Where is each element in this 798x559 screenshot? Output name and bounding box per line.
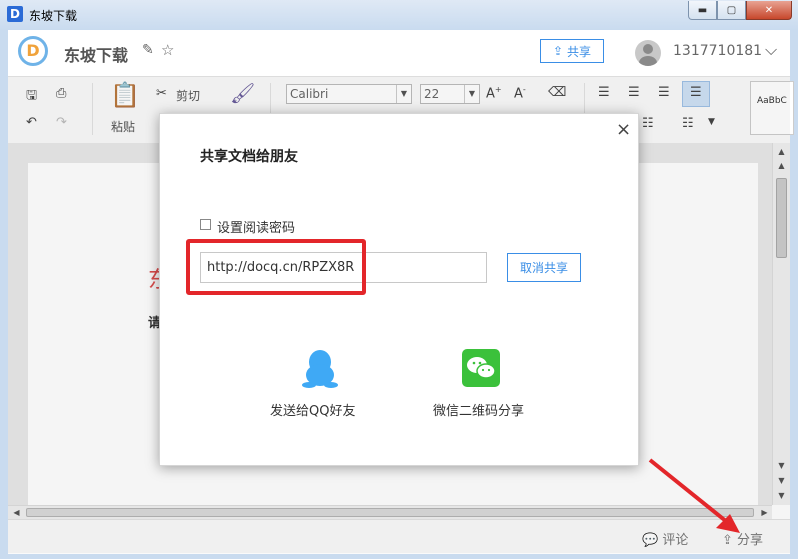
minimize-button[interactable]: ▬	[688, 1, 717, 20]
app-logo-icon: D	[7, 6, 23, 22]
pencil-icon[interactable]: ✎	[142, 42, 154, 58]
share-button-label: 共享	[567, 44, 592, 59]
highlight-box	[186, 239, 366, 295]
share-icon: ⇪	[552, 44, 564, 58]
qq-share-label[interactable]: 发送给QQ好友	[270, 400, 355, 419]
close-window-button[interactable]: ✕	[746, 1, 792, 20]
close-icon[interactable]: ×	[616, 119, 631, 140]
password-checkbox[interactable]	[200, 219, 211, 230]
window-titlebar: D 东坡下载 ▬ ▢ ✕	[0, 0, 798, 31]
annotation-arrow-icon	[648, 458, 740, 533]
window-controls: ▬ ▢ ✕	[688, 1, 792, 20]
wechat-share-button[interactable]	[462, 349, 500, 387]
qq-share-button[interactable]	[300, 348, 340, 388]
window-frame-left	[0, 30, 8, 559]
maximize-button[interactable]: ▢	[717, 1, 746, 20]
chevron-down-icon[interactable]: ⌵	[765, 40, 777, 60]
password-checkbox-label[interactable]: 设置阅读密码	[217, 217, 295, 236]
share-button[interactable]: ⇪ 共享	[540, 39, 604, 63]
avatar[interactable]	[635, 40, 661, 66]
wechat-icon	[467, 357, 496, 379]
user-name[interactable]: 1317710181	[673, 43, 762, 59]
brand-logo-icon: D	[18, 36, 48, 66]
app-header: D 东坡下载 ✎ ☆ ⇪ 共享 1317710181 ⌵	[8, 30, 790, 74]
dialog-title: 共享文档给朋友	[200, 149, 298, 165]
cancel-share-button[interactable]: 取消共享	[507, 253, 581, 282]
document-title: 东坡下载	[64, 46, 129, 65]
star-icon[interactable]: ☆	[161, 41, 174, 59]
qq-penguin-icon	[302, 350, 338, 388]
wechat-share-label[interactable]: 微信二维码分享	[433, 400, 524, 419]
window-title: 东坡下载	[29, 9, 78, 23]
